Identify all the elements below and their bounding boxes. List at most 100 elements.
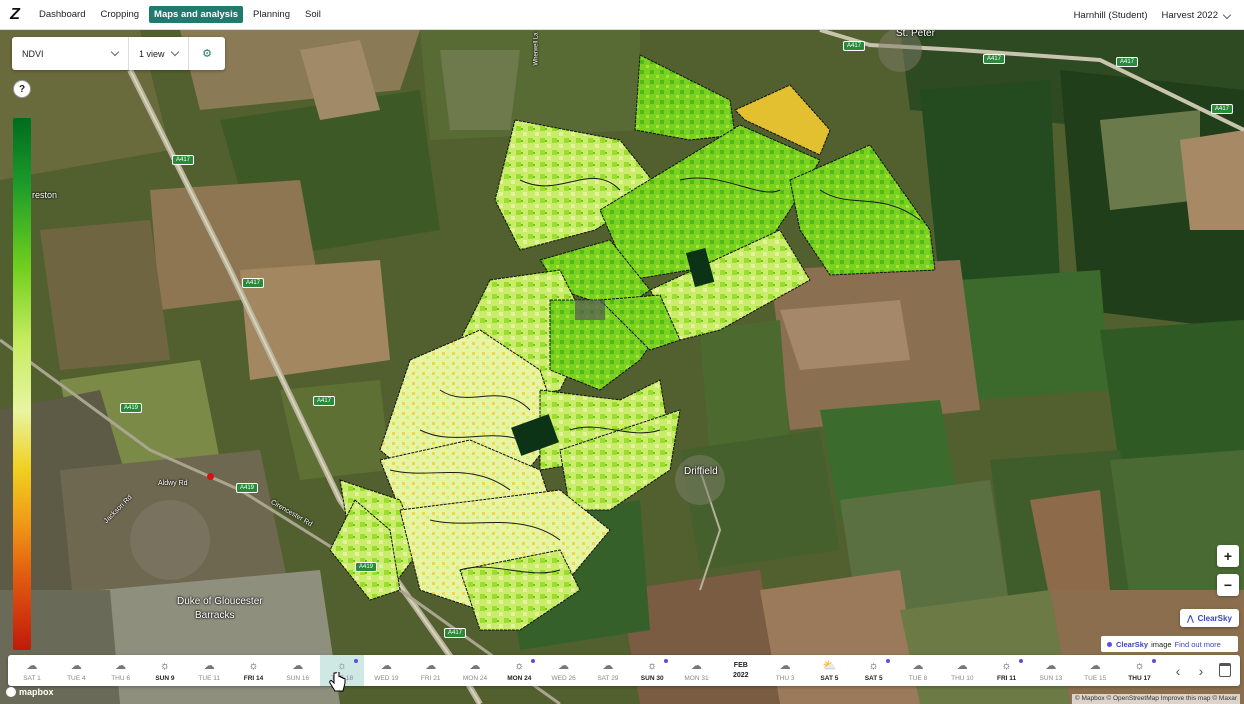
nav-cropping[interactable]: Cropping: [95, 6, 144, 23]
timeline-day-label: MON 24: [462, 674, 488, 682]
timeline-day-label: MON 31: [684, 674, 709, 682]
cloud-icon: ☁: [558, 659, 570, 672]
timeline-day-label: TUE 4: [67, 674, 86, 682]
nav-soil[interactable]: Soil: [300, 6, 326, 23]
timeline-day[interactable]: ☼ THU 17: [1118, 655, 1162, 686]
calendar-icon[interactable]: [1219, 663, 1231, 677]
mapbox-icon: [6, 687, 16, 697]
chevron-right-icon[interactable]: ›: [1191, 655, 1211, 686]
road-badge: A419: [236, 483, 259, 493]
timeline-day-label: THU 10: [951, 674, 974, 682]
sun-icon: ☼: [868, 659, 879, 672]
view-count-value: 1 view: [139, 48, 165, 59]
sun-icon: ☼: [647, 659, 658, 672]
mapbox-logo[interactable]: mapbox: [6, 687, 54, 697]
image-available-dot: [1018, 659, 1023, 663]
sun-icon: ☼: [1134, 659, 1145, 672]
image-available-dot: [664, 659, 669, 663]
zoom-out-button[interactable]: −: [1217, 574, 1239, 596]
timeline-day[interactable]: ☁ SAT 1: [10, 655, 54, 686]
sun-icon: ☼: [1001, 659, 1012, 672]
timeline-day[interactable]: ☼ SAT 5: [852, 655, 896, 686]
clearsky-button[interactable]: ⋀ ClearSky: [1180, 609, 1239, 627]
place-st-peter: St. Peter: [896, 30, 935, 39]
help-button[interactable]: ?: [13, 80, 31, 98]
top-nav-bar: Z Dashboard Cropping Maps and analysis P…: [0, 0, 1244, 30]
timeline-day[interactable]: ☁ THU 10: [940, 655, 984, 686]
timeline-day[interactable]: ☼ SUN 30: [630, 655, 674, 686]
timeline-day[interactable]: ⛅ SAT 5: [807, 655, 851, 686]
gear-icon[interactable]: ⚙: [189, 47, 225, 60]
season-selector[interactable]: Harvest 2022: [1161, 10, 1232, 21]
timeline-day[interactable]: ☼ FRI 11: [985, 655, 1029, 686]
timeline-day[interactable]: ☁ TUE 15: [1073, 655, 1117, 686]
timeline-day-label: WED 26: [551, 674, 576, 682]
partly-cloudy-icon: ⛅: [822, 659, 837, 672]
road-badge: A417: [242, 278, 265, 288]
view-count-select[interactable]: 1 view: [129, 37, 189, 70]
timeline-day-label: FRI 14: [243, 674, 264, 682]
cloud-icon: ☁: [1089, 659, 1101, 672]
clearsky-brand: ClearSky: [1116, 639, 1149, 649]
cloud-icon: ☁: [912, 659, 924, 672]
image-available-dot: [531, 659, 536, 663]
cloud-icon: ☁: [469, 659, 481, 672]
ndvi-legend-scale: [13, 118, 31, 650]
timeline-month: FEB: [733, 661, 748, 669]
date-timeline: ☁ SAT 1 ☁ TUE 4 ☁ THU 6 ☼ SUN 9 ☁ TUE 11 ☼ FRI 14 ☁ S…: [8, 655, 1240, 686]
timeline-day[interactable]: ☁ MON 24: [453, 655, 497, 686]
mapbox-logo-text: mapbox: [19, 687, 54, 697]
sun-icon: ☼: [337, 659, 348, 672]
cloud-icon: ☁: [70, 659, 82, 672]
timeline-day[interactable]: ☼ FRI 14: [232, 655, 276, 686]
app-logo[interactable]: Z: [0, 0, 30, 30]
image-available-dot: [1151, 659, 1156, 663]
clearsky-icon: ⋀: [1187, 613, 1194, 623]
timeline-day[interactable]: ☁ TUE 11: [187, 655, 231, 686]
timeline-day-label: TUE 11: [198, 674, 220, 682]
layer-select[interactable]: NDVI: [12, 37, 129, 70]
timeline-day-label: SUN 16: [286, 674, 310, 682]
clearsky-info-banner: ClearSky image Find out more: [1101, 636, 1238, 652]
nav-maps-and-analysis[interactable]: Maps and analysis: [149, 6, 243, 23]
zoom-in-button[interactable]: +: [1217, 545, 1239, 567]
timeline-day-label: THU 17: [1128, 674, 1151, 682]
timeline-day[interactable]: ☁ WED 26: [542, 655, 586, 686]
timeline-day[interactable]: ☁ WED 19: [364, 655, 408, 686]
timeline-day[interactable]: ☁ TUE 4: [54, 655, 98, 686]
location-marker[interactable]: [207, 473, 214, 480]
timeline-day[interactable]: ☼ MON 24: [497, 655, 541, 686]
timeline-day[interactable]: ☼ SUN 9: [143, 655, 187, 686]
timeline-year: 2022: [733, 671, 749, 679]
timeline-day[interactable]: ☁ FRI 21: [409, 655, 453, 686]
timeline-month-label: FEB 2022: [721, 655, 761, 686]
chevron-left-icon[interactable]: ‹: [1168, 655, 1188, 686]
map-attribution[interactable]: © Mapbox © OpenStreetMap Improve this ma…: [1071, 694, 1240, 704]
farm-selector[interactable]: Harnhill (Student): [1074, 10, 1148, 21]
timeline-day-label: SAT 5: [864, 674, 883, 682]
timeline-day[interactable]: ☁ SUN 16: [276, 655, 320, 686]
road-badge: A419: [355, 562, 378, 572]
timeline-day[interactable]: ☁ SUN 13: [1029, 655, 1073, 686]
road-badge: A417: [1211, 104, 1234, 114]
nav-dashboard[interactable]: Dashboard: [34, 6, 90, 23]
timeline-day[interactable]: ☁ THU 6: [99, 655, 143, 686]
find-out-more-link[interactable]: Find out more: [1175, 640, 1221, 649]
timeline-day-label: SUN 9: [155, 674, 175, 682]
account-area: Harnhill (Student) Harvest 2022: [1060, 0, 1232, 30]
road-name-aldwy: Aldwy Rd: [158, 480, 188, 487]
timeline-day[interactable]: ☁ THU 3: [763, 655, 807, 686]
place-reston: reston: [32, 190, 58, 200]
timeline-day-label: SUN 13: [1039, 674, 1063, 682]
nav-planning[interactable]: Planning: [248, 6, 295, 23]
cloud-icon: ☁: [691, 659, 702, 672]
timeline-day[interactable]: ☁ SAT 29: [586, 655, 630, 686]
map-canvas[interactable]: St. Peter Driffield Duke of Gloucester B…: [0, 30, 1244, 704]
timeline-day[interactable]: ☁ TUE 8: [896, 655, 940, 686]
road-badge: A417: [172, 155, 195, 165]
sun-icon: ☼: [514, 659, 525, 672]
timeline-day[interactable]: ☁ MON 31: [675, 655, 719, 686]
timeline-day-label: THU 6: [111, 674, 130, 682]
cloud-icon: ☁: [292, 659, 304, 672]
timeline-day-label: TUE 15: [1084, 674, 1107, 682]
